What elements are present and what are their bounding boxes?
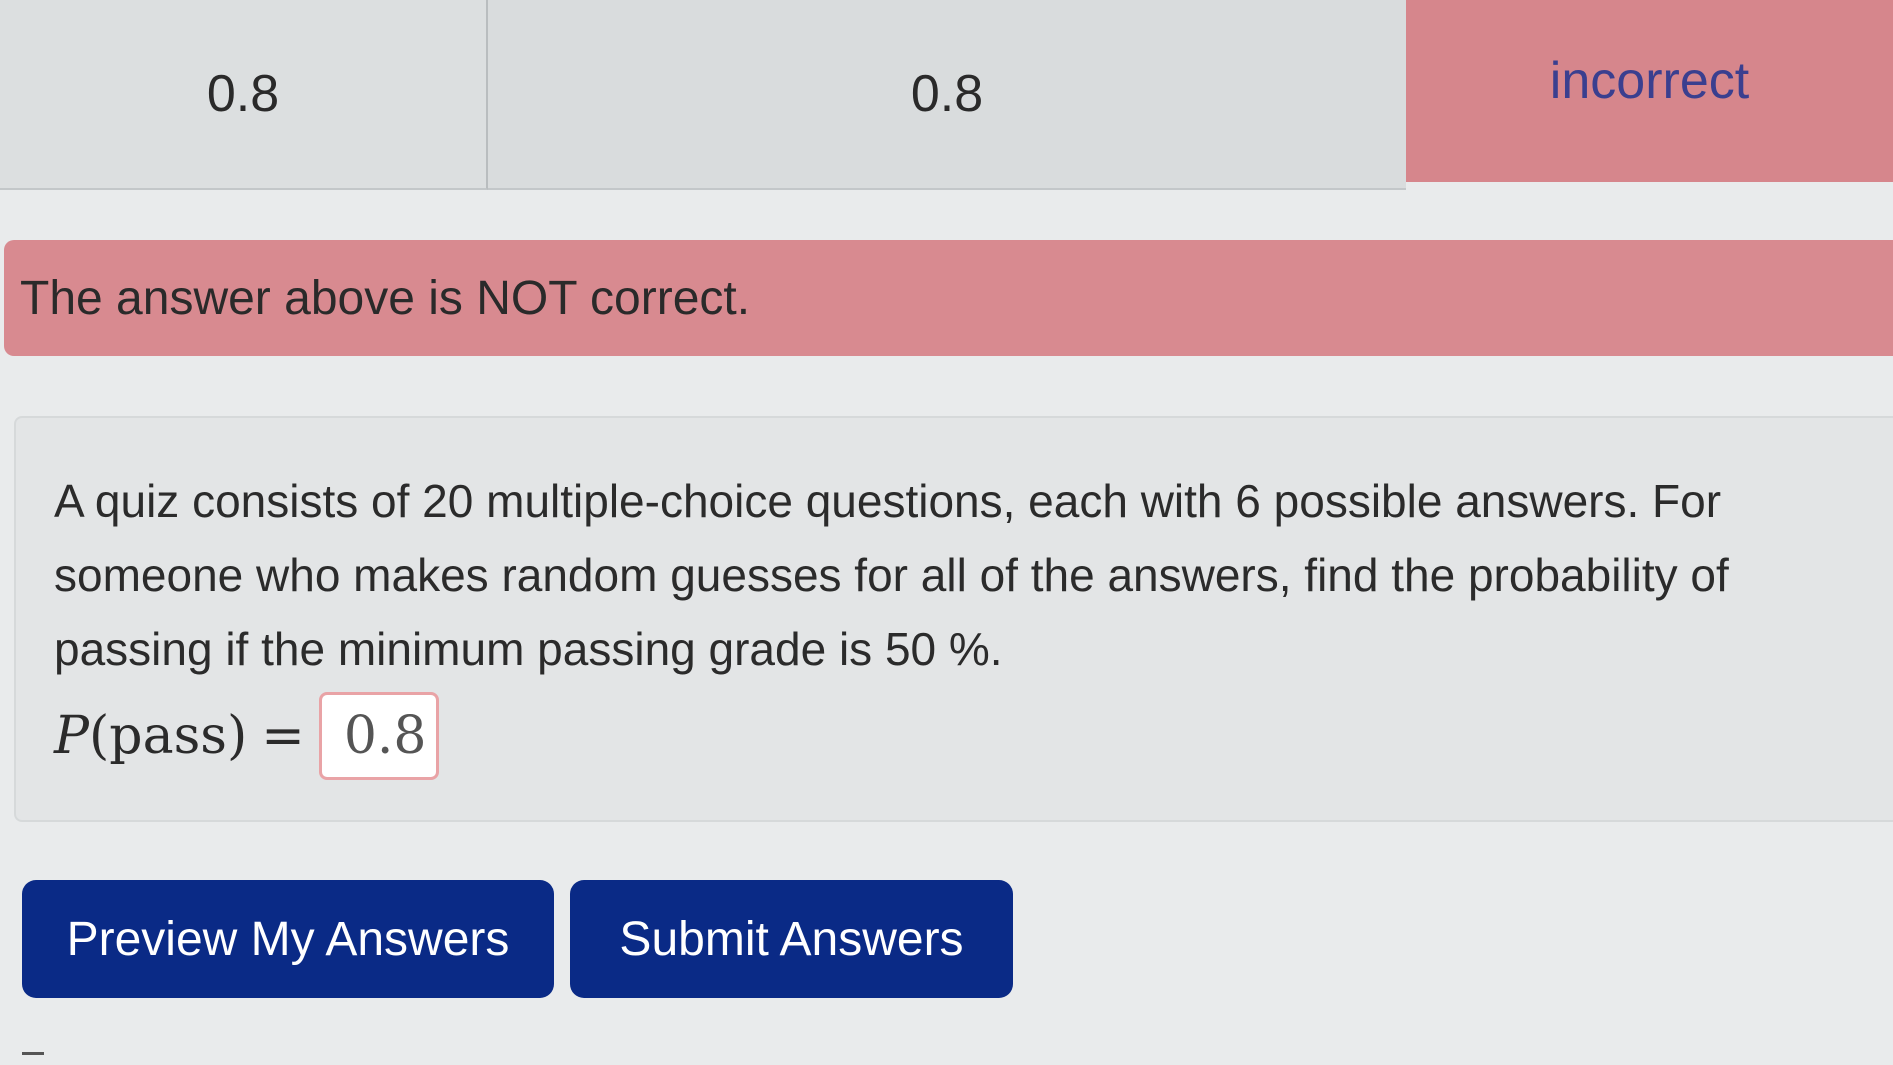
footer-text-cutoff bbox=[22, 1052, 582, 1065]
problem-panel: A quiz consists of 20 multiple-choice qu… bbox=[14, 416, 1893, 822]
submit-answers-button[interactable]: Submit Answers bbox=[570, 880, 1013, 998]
answer-input[interactable] bbox=[318, 692, 439, 780]
entered-answer-cell: 0.8 bbox=[0, 0, 488, 190]
preview-answers-button[interactable]: Preview My Answers bbox=[22, 880, 554, 998]
answer-line: P(pass) = bbox=[54, 692, 1863, 780]
footer-text-fragment bbox=[22, 1052, 44, 1065]
answer-preview-cell: 0.8 bbox=[488, 0, 1406, 190]
answer-label-argument: (pass) bbox=[89, 706, 248, 766]
result-status-cell: incorrect bbox=[1406, 0, 1893, 182]
answer-label: P(pass) bbox=[54, 706, 247, 766]
page: 0.8 0.8 incorrect The answer above is NO… bbox=[0, 0, 1893, 1065]
answer-label-variable: P bbox=[54, 706, 89, 766]
incorrect-alert-banner: The answer above is NOT correct. bbox=[4, 240, 1893, 356]
equals-sign: = bbox=[261, 706, 305, 766]
problem-statement: A quiz consists of 20 multiple-choice qu… bbox=[54, 475, 1729, 675]
results-table-row: 0.8 0.8 incorrect bbox=[0, 0, 1893, 190]
